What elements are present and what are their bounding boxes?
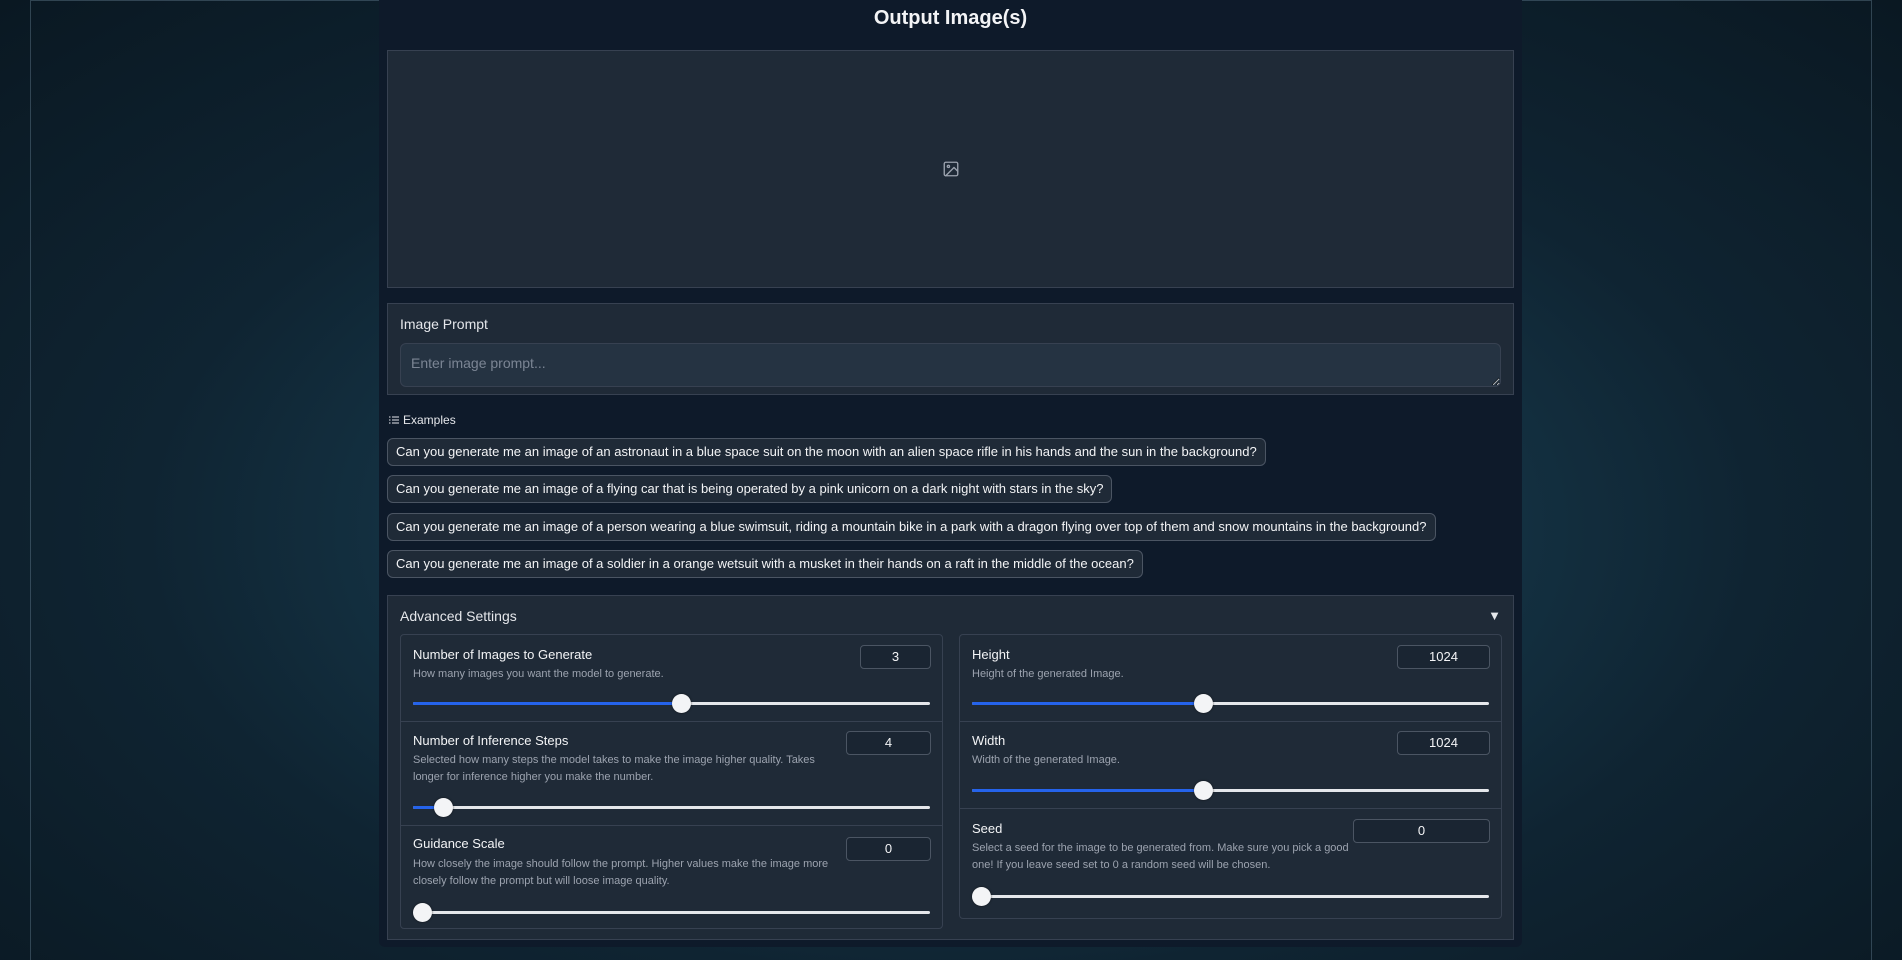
slider-fill [413, 702, 681, 705]
image-prompt-block: Image Prompt [387, 303, 1514, 395]
examples-label: Examples [403, 413, 456, 427]
app-container: Output Image(s) Image Prompt Examples Ca… [379, 0, 1522, 947]
setting-description: How many images you want the model to ge… [413, 668, 664, 680]
setting-label: Number of Images to Generate [413, 647, 593, 662]
image-prompt-input[interactable] [400, 343, 1501, 387]
num-images-input[interactable]: 3 [860, 645, 931, 669]
guidance-scale-slider[interactable] [413, 903, 930, 922]
setting-label: Width [972, 733, 1006, 748]
setting-num-images: Number of Images to Generate How many im… [401, 635, 942, 722]
example-button[interactable]: Can you generate me an image of a person… [387, 513, 1436, 541]
settings-column-left: Number of Images to Generate How many im… [400, 634, 943, 929]
slider-thumb[interactable] [1194, 694, 1213, 713]
example-button[interactable]: Can you generate me an image of an astro… [387, 438, 1266, 466]
height-slider[interactable] [972, 694, 1489, 713]
slider-thumb[interactable] [1194, 781, 1213, 800]
slider-thumb[interactable] [972, 887, 991, 906]
collapse-triangle-icon[interactable]: ▼ [1488, 608, 1501, 623]
setting-label: Guidance Scale [413, 836, 505, 851]
setting-guidance-scale: Guidance Scale How closely the image sho… [401, 826, 942, 930]
setting-label: Number of Inference Steps [413, 733, 569, 748]
list-icon [389, 416, 399, 424]
image-placeholder-icon [943, 161, 958, 177]
setting-width: Width Width of the generated Image. 1024 [960, 722, 1501, 809]
example-button[interactable]: Can you generate me an image of a soldie… [387, 550, 1143, 578]
page-title: Output Image(s) [873, 7, 1028, 29]
setting-height: Height Height of the generated Image. 10… [960, 635, 1501, 722]
width-slider[interactable] [972, 781, 1489, 800]
num-images-slider[interactable] [413, 694, 930, 713]
slider-fill [972, 702, 1203, 705]
setting-description: Select a seed for the image to be genera… [972, 842, 1349, 871]
settings-column-right: Height Height of the generated Image. 10… [959, 634, 1502, 919]
slider-thumb[interactable] [672, 694, 691, 713]
setting-description: Width of the generated Image. [972, 754, 1120, 766]
setting-inference-steps: Number of Inference Steps Selected how m… [401, 722, 942, 826]
seed-input[interactable]: 0 [1353, 819, 1490, 843]
setting-description: Height of the generated Image. [972, 668, 1124, 680]
setting-seed: Seed Select a seed for the image to be g… [960, 809, 1501, 920]
setting-description: Selected how many steps the model takes … [413, 754, 815, 783]
advanced-settings-title: Advanced Settings [400, 608, 517, 624]
advanced-settings-header[interactable]: Advanced Settings ▼ [400, 608, 1501, 628]
setting-label: Seed [972, 821, 1003, 836]
height-input[interactable]: 1024 [1397, 645, 1490, 669]
examples-header: Examples [389, 413, 456, 427]
guidance-scale-input[interactable]: 0 [846, 837, 931, 861]
output-image-area [387, 50, 1514, 288]
setting-label: Height [972, 647, 1010, 662]
seed-slider[interactable] [972, 887, 1489, 906]
advanced-settings-panel: Advanced Settings ▼ Number of Images to … [387, 595, 1514, 940]
example-button[interactable]: Can you generate me an image of a flying… [387, 475, 1113, 503]
slider-thumb[interactable] [434, 798, 453, 817]
width-input[interactable]: 1024 [1397, 731, 1490, 755]
slider-thumb[interactable] [413, 903, 432, 922]
inference-steps-input[interactable]: 4 [846, 731, 931, 755]
inference-steps-slider[interactable] [413, 798, 930, 817]
setting-description: How closely the image should follow the … [413, 858, 829, 887]
image-prompt-label: Image Prompt [400, 316, 488, 332]
slider-fill [972, 789, 1203, 792]
